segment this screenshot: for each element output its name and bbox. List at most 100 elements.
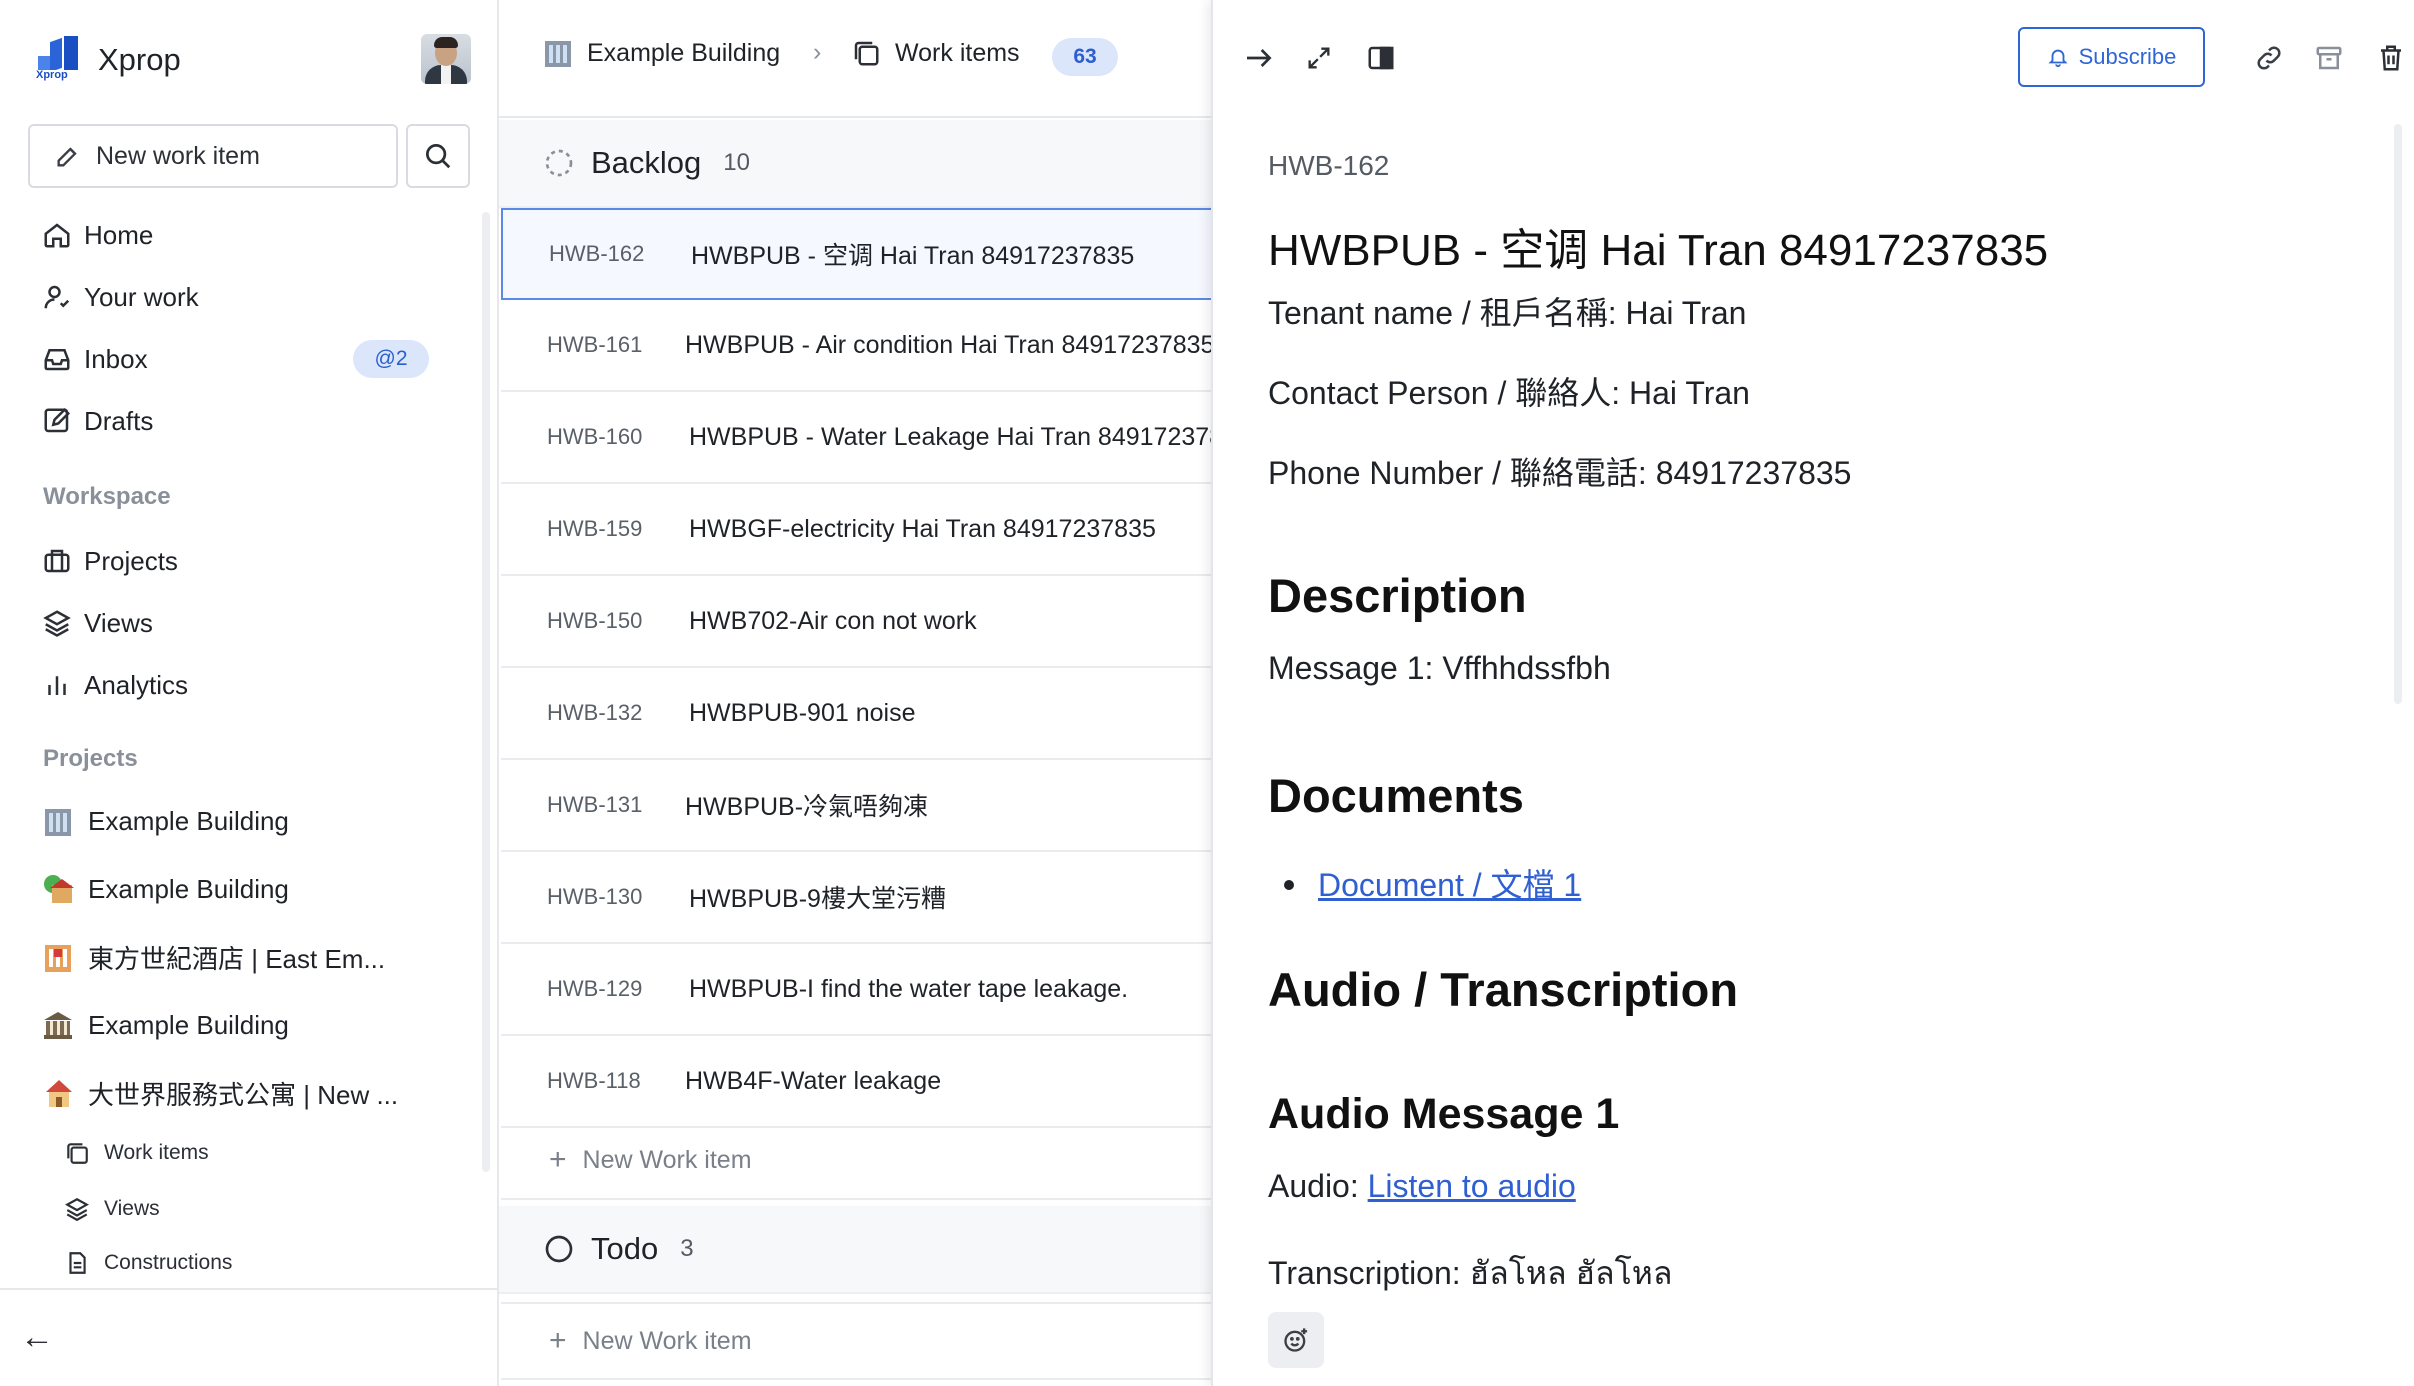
transcription-line: Transcription: ฮัลโหล ฮัลโหล: [1268, 1255, 1673, 1291]
table-row[interactable]: HWB-150 HWB702-Air con not work: [501, 576, 1211, 668]
sub-constructions[interactable]: Constructions: [64, 1246, 232, 1280]
group-name: Todo: [591, 1231, 659, 1266]
archive-icon: [2316, 46, 2342, 70]
description-heading: Description: [1268, 569, 1527, 622]
nav-your-work-label: Your work: [84, 281, 199, 312]
contact-line: Contact Person / 聯絡人: Hai Tran: [1268, 375, 1750, 411]
group-header-backlog[interactable]: Backlog 10: [499, 120, 1211, 208]
plus-icon: +: [549, 1324, 567, 1357]
table-row[interactable]: HWB-160 HWBPUB - Water Leakage Hai Tran …: [501, 392, 1211, 484]
group-count: 3: [680, 1235, 694, 1262]
new-work-item-row-label: New Work item: [582, 1326, 752, 1355]
collapse-sidebar-button[interactable]: ←: [20, 1318, 54, 1357]
subscribe-button[interactable]: Subscribe: [2018, 27, 2205, 87]
bell-icon: [2048, 49, 2068, 68]
project-label: Example Building: [88, 873, 289, 904]
work-item-id: HWB-131: [547, 792, 643, 817]
app-name: Xprop: [98, 42, 181, 77]
nav-views-label: Views: [84, 607, 153, 638]
sub-views[interactable]: Views: [64, 1192, 160, 1226]
user-avatar[interactable]: [421, 34, 471, 84]
nav-projects[interactable]: Projects: [42, 541, 178, 581]
project-example-building-3[interactable]: Example Building: [42, 1005, 289, 1045]
user-icon: [44, 285, 70, 309]
nav-views[interactable]: Views: [42, 603, 153, 643]
work-item-id: HWB-118: [547, 1068, 641, 1093]
brand[interactable]: Xprop Xprop: [34, 36, 181, 84]
work-item-content: HWB-162 HWBPUB - 空调 Hai Tran 84917237835…: [1268, 150, 2368, 1291]
document-link[interactable]: Document / 文檔 1: [1318, 860, 1581, 906]
table-row[interactable]: HWB-130 HWBPUB-9樓大堂污糟: [501, 852, 1211, 944]
smile-plus-icon: [1284, 1328, 1308, 1352]
listen-to-audio-link[interactable]: Listen to audio: [1368, 1168, 1576, 1204]
add-reaction-button[interactable]: [1268, 1312, 1324, 1368]
backlog-status-icon: [545, 149, 573, 177]
work-item-id: HWB-132: [547, 700, 643, 725]
copy-link-button[interactable]: [2249, 38, 2289, 78]
documents-heading: Documents: [1268, 769, 1524, 822]
work-item-peek-panel: Subscribe HWB-162 HWBPUB - 空调 Hai Tran 8…: [1211, 0, 2414, 1386]
inbox-mention-badge: @2: [353, 340, 429, 378]
project-label: Example Building: [88, 1009, 289, 1040]
nav-drafts[interactable]: Drafts: [42, 401, 153, 441]
expand-button[interactable]: [1299, 38, 1339, 78]
work-item-title: HWBPUB - Air condition Hai Tran 84917237…: [685, 330, 1211, 359]
work-item-title: HWBPUB-冷氣唔夠凍: [685, 793, 929, 821]
project-east-empire-hotel[interactable]: 東方世紀酒店 | East Em...: [42, 937, 385, 977]
project-example-building-1[interactable]: Example Building: [42, 801, 289, 841]
house-with-tree-icon: [42, 873, 74, 905]
nav-your-work[interactable]: Your work: [42, 277, 199, 317]
side-peek-toggle-button[interactable]: [1361, 38, 1401, 78]
project-example-building-2[interactable]: Example Building: [42, 869, 289, 909]
tenant-line: Tenant name / 租戶名稱: Hai Tran: [1268, 295, 1747, 331]
new-work-item-button[interactable]: New work item: [28, 124, 398, 188]
breadcrumb-work-items[interactable]: Work items: [851, 38, 1020, 68]
group-count: 10: [723, 149, 750, 176]
new-work-item-row-label: New Work item: [582, 1145, 752, 1174]
audio-message-heading: Audio Message 1: [1268, 1090, 1620, 1138]
new-work-item-row-backlog[interactable]: + New Work item: [501, 1122, 1211, 1200]
project-new-world-apartments[interactable]: 大世界服務式公寓 | New ...: [42, 1073, 398, 1113]
workspace-heading: Workspace: [43, 483, 171, 510]
table-row[interactable]: HWB-159 HWBGF-electricity Hai Tran 84917…: [501, 484, 1211, 576]
sub-views-label: Views: [104, 1197, 160, 1220]
table-row[interactable]: HWB-162 HWBPUB - 空调 Hai Tran 84917237835: [501, 208, 1211, 300]
work-item-id: HWB-162: [1268, 150, 1390, 181]
inbox-icon: [44, 349, 70, 371]
work-item-title: HWBPUB-I find the water tape leakage.: [689, 974, 1129, 1003]
table-row[interactable]: HWB-161 HWBPUB - Air condition Hai Tran …: [501, 300, 1211, 392]
group-header-todo[interactable]: Todo 3: [499, 1206, 1211, 1294]
work-item-id: HWB-160: [547, 424, 643, 449]
briefcase-icon: [44, 549, 70, 573]
nav-home-label: Home: [84, 219, 154, 250]
classical-building-icon: [42, 1009, 74, 1041]
audio-prefix: Audio:: [1268, 1168, 1368, 1204]
close-peek-button[interactable]: [1239, 38, 1279, 78]
sub-work-items[interactable]: Work items: [64, 1136, 209, 1170]
nav-inbox[interactable]: Inbox: [42, 339, 148, 379]
breadcrumb-project[interactable]: Example Building: [543, 38, 780, 68]
nav-home[interactable]: Home: [42, 215, 153, 255]
delete-button[interactable]: [2371, 38, 2411, 78]
table-row[interactable]: HWB-118 HWB4F-Water leakage: [501, 1036, 1211, 1128]
sidebar-scrollbar[interactable]: [482, 212, 490, 1172]
nav-analytics[interactable]: Analytics: [42, 665, 188, 705]
work-item-id: HWB-130: [547, 884, 643, 909]
table-row[interactable]: HWB-132 HWBPUB-901 noise: [501, 668, 1211, 760]
work-item-id: HWB-129: [547, 976, 643, 1001]
table-row[interactable]: HWB-131 HWBPUB-冷氣唔夠凍: [501, 760, 1211, 852]
work-items-count-badge: 63: [1052, 38, 1118, 76]
new-work-item-row-todo[interactable]: + New Work item: [501, 1302, 1211, 1380]
work-item-id: HWB-162: [549, 241, 645, 266]
table-row[interactable]: HWB-129 HWBPUB-I find the water tape lea…: [501, 944, 1211, 1036]
work-item-title[interactable]: HWBPUB - 空调 Hai Tran 84917237835: [1268, 214, 2048, 278]
search-button[interactable]: [406, 124, 470, 188]
work-item-title: HWBPUB - Water Leakage Hai Tran 84917237…: [689, 422, 1211, 451]
work-items-list: Example Building › Work items 63 Backlog…: [499, 0, 1211, 1386]
archive-button[interactable]: [2309, 38, 2349, 78]
project-label: 東方世紀酒店 | East Em...: [88, 943, 386, 974]
work-item-id: HWB-159: [547, 516, 643, 541]
list-bullet: [1284, 880, 1294, 890]
todo-status-icon: [545, 1235, 573, 1263]
panel-scrollbar[interactable]: [2394, 124, 2402, 704]
